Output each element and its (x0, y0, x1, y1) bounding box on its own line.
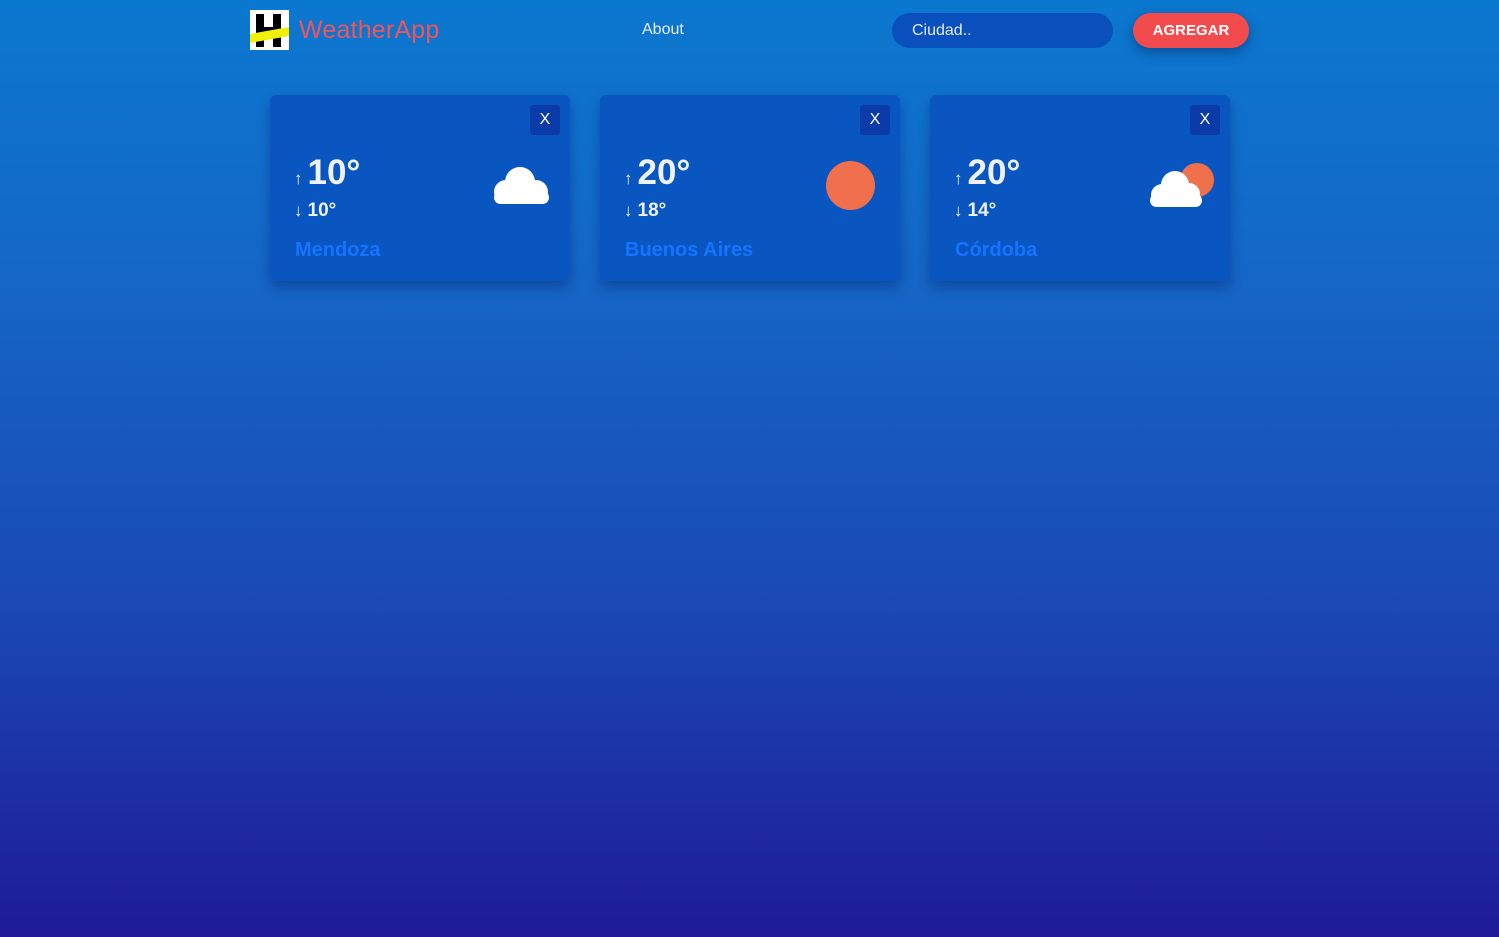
max-temperature: ↑ 20° (624, 153, 690, 193)
add-city-button[interactable]: AGREGAR (1133, 13, 1249, 48)
arrow-up-icon: ↑ (624, 169, 633, 188)
city-name-link[interactable]: Mendoza (295, 239, 381, 262)
arrow-up-icon: ↑ (294, 169, 303, 188)
max-temperature: ↑ 20° (954, 153, 1020, 193)
city-card-buenos-aires: X ↑ 20° ↓ 18° Buenos Aires (600, 95, 900, 281)
min-temperature-value: 18° (637, 200, 667, 221)
brand-name: WeatherApp (299, 16, 440, 44)
arrow-down-icon: ↓ (294, 201, 303, 220)
max-temperature-value: 20° (637, 153, 691, 192)
max-temperature-value: 20° (967, 153, 1021, 192)
cloud-icon (494, 167, 549, 204)
logo-icon (250, 10, 289, 50)
min-temperature: ↓ 18° (624, 200, 666, 222)
max-temperature: ↑ 10° (294, 153, 360, 193)
close-card-button[interactable]: X (530, 105, 560, 135)
close-card-button[interactable]: X (1190, 105, 1220, 135)
city-cards-list: X ↑ 10° ↓ 10° Mendoza X ↑ 20° ↓ 18° Buen… (270, 95, 1230, 281)
arrow-up-icon: ↑ (954, 169, 963, 188)
min-temperature: ↓ 14° (954, 200, 996, 222)
min-temperature-value: 10° (307, 200, 337, 221)
navbar: WeatherApp About AGREGAR (0, 0, 1499, 62)
city-search-input[interactable] (892, 13, 1113, 48)
city-card-mendoza: X ↑ 10° ↓ 10° Mendoza (270, 95, 570, 281)
brand-link[interactable]: WeatherApp (250, 10, 440, 50)
close-card-button[interactable]: X (860, 105, 890, 135)
sun-icon (826, 161, 875, 210)
nav-link-about[interactable]: About (642, 20, 684, 40)
arrow-down-icon: ↓ (624, 201, 633, 220)
city-name-link[interactable]: Córdoba (955, 239, 1037, 262)
arrow-down-icon: ↓ (954, 201, 963, 220)
city-card-cordoba: X ↑ 20° ↓ 14° Córdoba (930, 95, 1230, 281)
partly-cloudy-icon (1150, 163, 1214, 207)
max-temperature-value: 10° (307, 153, 361, 192)
min-temperature-value: 14° (967, 200, 997, 221)
city-name-link[interactable]: Buenos Aires (625, 239, 753, 262)
min-temperature: ↓ 10° (294, 200, 336, 222)
